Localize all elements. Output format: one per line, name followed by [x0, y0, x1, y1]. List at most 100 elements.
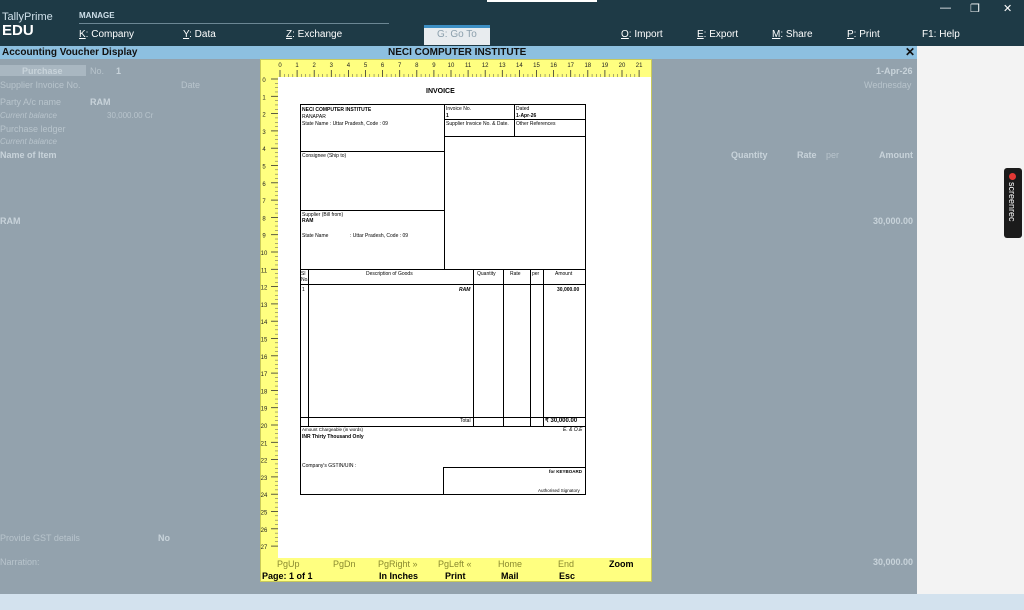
window-close-icon[interactable]: ✕	[1003, 2, 1012, 15]
ruler-left-label: 26	[261, 528, 268, 534]
ruler-left-label: 27	[261, 545, 268, 551]
print-button[interactable]: Print	[445, 571, 466, 581]
col-line-per	[543, 269, 544, 426]
right-button-panel	[917, 46, 1024, 594]
signature-box-left	[443, 467, 444, 495]
ruler-left-label: 6	[262, 182, 266, 188]
pgdn-button[interactable]: PgDn	[333, 559, 356, 569]
dated: 1-Apr-26	[516, 113, 537, 119]
mail-button[interactable]: Mail	[501, 571, 519, 581]
signature-box-top	[443, 467, 586, 468]
item-header-per: per	[826, 150, 840, 160]
gstin-label: Company's GSTIN/UIN :	[302, 463, 357, 469]
supplier-state: : Uttar Pradesh, Code : 09	[350, 233, 409, 239]
pgleft-button[interactable]: PgLeft «	[438, 559, 472, 569]
ruler-left-label: 24	[261, 493, 268, 499]
row-amount: 30,000.00	[557, 287, 580, 293]
ruler-left-label: 2	[262, 113, 266, 119]
page-indicator: Page: 1 of 1	[262, 571, 313, 581]
home-button[interactable]: Home	[498, 559, 522, 569]
amount-in-words: INR Thirty Thousand Only	[302, 434, 364, 440]
ruler-top-label: 11	[465, 63, 472, 69]
invoice-no-label: Invoice No.	[446, 106, 472, 112]
col-quantity: Quantity	[477, 271, 496, 277]
menu-share[interactable]: M: Share	[772, 29, 813, 40]
screen-title: Accounting Voucher Display	[2, 47, 138, 58]
tally-app: TallyPrime EDU MANAGE K: Company Y: Data…	[0, 0, 1024, 610]
screenrec-widget[interactable]: screenrec	[1004, 168, 1022, 238]
current-balance-label-2: Current balance	[0, 137, 57, 146]
ruler-left-label: 10	[261, 251, 268, 257]
restore-icon[interactable]: ❐	[970, 2, 980, 15]
consignee-label: Consignee (Ship to)	[302, 153, 347, 159]
other-references-label: Other References	[516, 121, 556, 127]
ruler-top-label: 6	[381, 63, 385, 69]
seller-name: NECI COMPUTER INSTITUTE	[302, 107, 372, 113]
item-row-amount: 30,000.00	[873, 216, 914, 226]
voucher-no-label: No.	[90, 66, 105, 76]
esc-button[interactable]: Esc	[559, 571, 575, 581]
ruler-left-label: 14	[261, 320, 268, 326]
col-line-rate	[530, 269, 531, 426]
ruler-left-label: 19	[261, 407, 268, 413]
item-row-name: RAM	[0, 216, 21, 226]
invoice-title: INVOICE	[426, 88, 455, 95]
menu-import[interactable]: O: Import	[621, 29, 663, 40]
screenrec-label: screenrec	[1007, 182, 1017, 222]
bottom-strip	[0, 594, 1024, 610]
ruler-top: 0 1 2 3 4 5 6 7 8 9 10 11 12 13 14 15 16 17 18 19 20 21	[278, 63, 643, 77]
ruler-top-label: 4	[347, 63, 351, 69]
ruler-top-label: 7	[398, 63, 402, 69]
record-icon	[1009, 173, 1016, 180]
ruler-top-label: 8	[415, 63, 419, 69]
ruler-left-label: 4	[262, 147, 266, 153]
party-label: Party A/c name	[0, 97, 62, 107]
menu-help[interactable]: F1: Help	[922, 29, 960, 40]
ruler-left-label: 16	[261, 355, 268, 361]
pgright-button[interactable]: PgRight »	[378, 559, 418, 569]
col-description: Description of Goods	[366, 271, 413, 277]
ruler-left-label: 18	[261, 389, 268, 395]
ruler-left-label: 22	[261, 459, 268, 465]
pgup-button[interactable]: PgUp	[277, 559, 300, 569]
item-header-name: Name of Item	[0, 150, 57, 160]
ruler-left-label: 17	[261, 372, 268, 378]
menu-exchange[interactable]: Z: Exchange	[286, 29, 342, 40]
gst-label: Provide GST details	[0, 533, 80, 543]
ruler-left-label: 7	[262, 199, 266, 205]
ruler-left-label: 25	[261, 511, 268, 517]
menu-data[interactable]: Y: Data	[183, 29, 216, 40]
gst-value: No	[158, 533, 170, 543]
words-label: Amount Chargeable (in words)	[302, 427, 364, 432]
total-label: Total	[460, 418, 471, 424]
end-button[interactable]: End	[558, 559, 574, 569]
ruler-top-label: 3	[330, 63, 334, 69]
company-title: NECI COMPUTER INSTITUTE	[388, 47, 527, 58]
ruler-top-label: 10	[448, 63, 455, 69]
supplier-invoice-ref-label: Supplier Invoice No. & Date.	[446, 121, 509, 127]
menu-goto[interactable]: G: Go To	[437, 29, 477, 40]
seller-separator	[300, 151, 445, 152]
in-inches-button[interactable]: In Inches	[379, 571, 418, 581]
ruler-left-label: 8	[262, 216, 266, 222]
col-no: No.	[301, 277, 309, 283]
col-per: per	[532, 271, 540, 277]
seller-city: RANAPAR	[302, 114, 326, 120]
minimize-icon[interactable]: —	[940, 2, 951, 14]
supplier-name: RAM	[302, 218, 314, 224]
close-icon[interactable]: ✕	[905, 45, 915, 59]
col-rate: Rate	[510, 271, 521, 277]
eoe-label: E. & O.E	[563, 427, 583, 433]
ruler-left-label: 5	[262, 165, 266, 171]
item-header-amount: Amount	[879, 150, 913, 160]
menu-company[interactable]: K: Company	[79, 29, 134, 40]
ruler-top-label: 14	[516, 63, 523, 69]
supplier-state-label: State Name	[302, 233, 329, 239]
col-line-desc	[473, 269, 474, 426]
ruler-left-label: 1	[262, 95, 266, 101]
row-description: RAM	[459, 287, 471, 293]
menu-print[interactable]: P: Print	[847, 29, 880, 40]
menu-export[interactable]: E: Export	[697, 29, 738, 40]
zoom-button[interactable]: Zoom	[609, 559, 634, 569]
ruler-top-label: 5	[364, 63, 368, 69]
